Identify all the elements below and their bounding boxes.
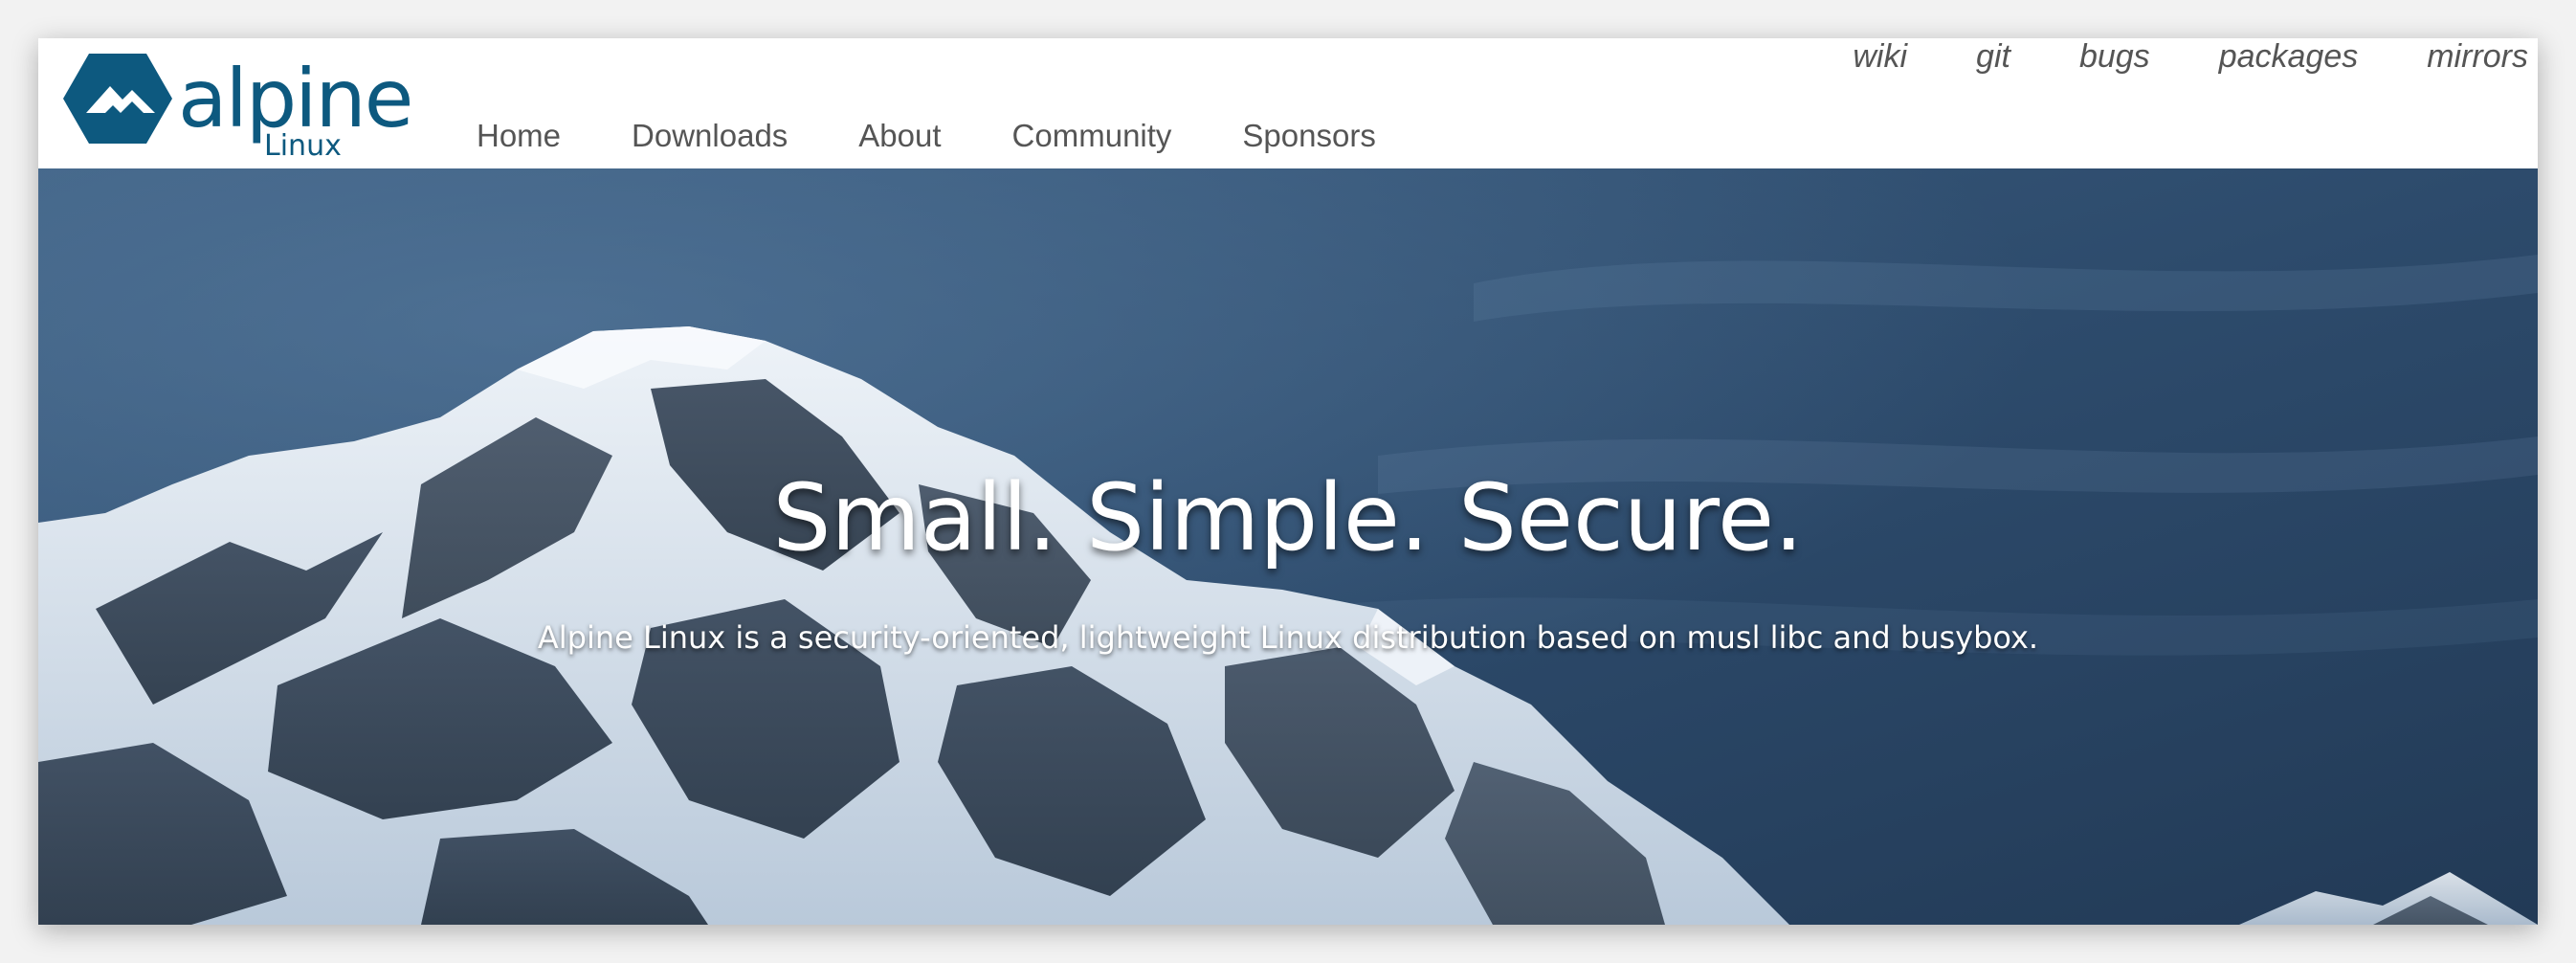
- browser-page: alpine Linux wiki git bugs packages mirr…: [38, 38, 2538, 925]
- site-logo[interactable]: alpine Linux: [56, 44, 457, 165]
- nav-link-packages[interactable]: packages: [2219, 38, 2359, 75]
- nav-link-git[interactable]: git: [1976, 38, 2010, 75]
- hero-subtitle: Alpine Linux is a security-oriented, lig…: [537, 619, 2039, 656]
- main-nav: Home Downloads About Community Sponsors: [477, 117, 1376, 155]
- nav-link-home[interactable]: Home: [477, 117, 561, 155]
- hero-title: Small. Simple. Secure.: [772, 464, 1804, 571]
- alpine-logo-icon: alpine Linux: [63, 52, 413, 163]
- nav-link-sponsors[interactable]: Sponsors: [1242, 117, 1375, 155]
- nav-link-bugs[interactable]: bugs: [2079, 38, 2150, 75]
- hero-banner: Small. Simple. Secure. Alpine Linux is a…: [38, 168, 2538, 925]
- nav-link-mirrors[interactable]: mirrors: [2427, 38, 2528, 75]
- nav-link-about[interactable]: About: [858, 117, 941, 155]
- nav-link-wiki[interactable]: wiki: [1853, 38, 1907, 75]
- utility-nav: wiki git bugs packages mirrors: [1853, 38, 2528, 96]
- nav-link-community[interactable]: Community: [1012, 117, 1172, 155]
- nav-link-downloads[interactable]: Downloads: [632, 117, 788, 155]
- brand-tagline: Linux: [264, 129, 342, 163]
- site-header: alpine Linux wiki git bugs packages mirr…: [38, 38, 2538, 168]
